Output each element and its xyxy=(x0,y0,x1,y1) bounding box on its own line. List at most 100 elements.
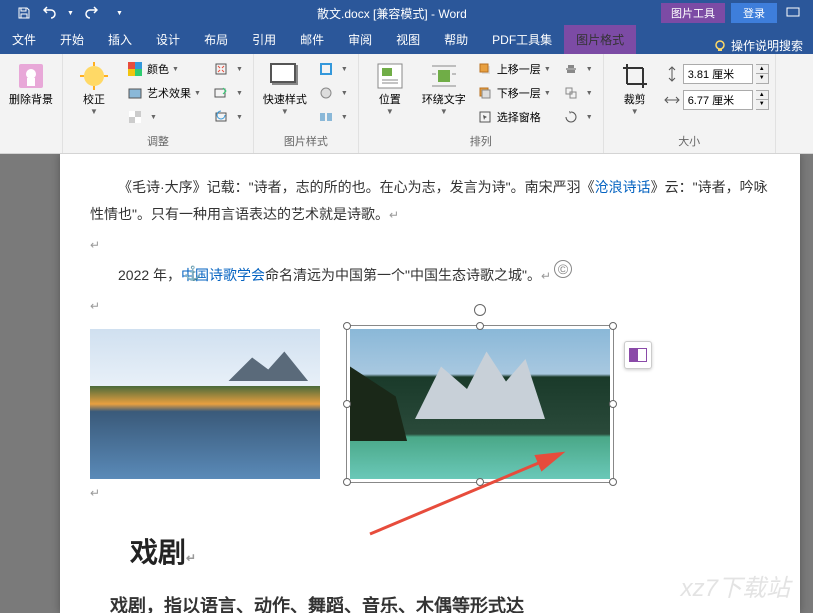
tab-picture-format[interactable]: 图片格式 xyxy=(564,25,636,54)
rotate-button[interactable]: ▼ xyxy=(559,106,597,128)
document-area[interactable]: 《毛诗·大序》记载："诗者，志的所的也。在心为志，发言为诗"。南宋严羽《沧浪诗话… xyxy=(0,154,813,613)
document-image-1[interactable] xyxy=(90,329,320,479)
ribbon-display-options[interactable] xyxy=(783,6,803,20)
remove-background-label: 删除背景 xyxy=(9,94,53,107)
picture-border-button[interactable]: ▼ xyxy=(314,58,352,80)
empty-paragraph[interactable]: ↵ xyxy=(90,292,770,319)
tab-layout[interactable]: 布局 xyxy=(192,25,240,54)
send-backward-icon xyxy=(477,85,493,101)
transparency-icon xyxy=(127,109,143,125)
undo-button[interactable] xyxy=(41,4,59,22)
empty-paragraph[interactable]: ↵ xyxy=(90,231,770,258)
paragraph[interactable]: 《毛诗·大序》记载："诗者，志的所的也。在心为志，发言为诗"。南宋严羽《沧浪诗话… xyxy=(90,174,770,227)
wrap-label: 环绕文字 xyxy=(422,94,466,107)
landscape-lake-image xyxy=(90,329,320,479)
height-icon xyxy=(664,66,680,82)
styles-group-label: 图片样式 xyxy=(260,131,352,149)
transparency-button[interactable]: ▼ xyxy=(123,106,205,128)
body-paragraph[interactable]: 戏剧，指以语言、动作、舞蹈、音乐、木偶等形式达 xyxy=(90,589,770,613)
undo-dropdown[interactable]: ▼ xyxy=(67,10,74,17)
send-backward-button[interactable]: 下移一层▼ xyxy=(473,82,555,104)
copyright-badge-icon: © xyxy=(554,260,572,278)
paragraph-mark: ↵ xyxy=(90,238,100,252)
tab-insert[interactable]: 插入 xyxy=(96,25,144,54)
width-input[interactable]: 6.77 厘米 xyxy=(683,90,753,110)
quick-access-toolbar: ▼ ▼ xyxy=(0,4,123,22)
selection-pane-label: 选择窗格 xyxy=(497,109,541,125)
document-image-2-selected[interactable] xyxy=(350,329,610,479)
artistic-effects-button[interactable]: 艺术效果▼ xyxy=(123,82,205,104)
compress-pictures-button[interactable]: ▼ xyxy=(209,58,247,80)
picture-layout-button[interactable]: ▼ xyxy=(314,106,352,128)
paragraph-mark: ↵ xyxy=(90,299,100,313)
color-button[interactable]: 颜色▼ xyxy=(123,58,205,80)
group-icon xyxy=(563,85,579,101)
text-run: 命名清远为中国第一个"中国生态诗歌之城"。 xyxy=(265,267,541,283)
tab-file[interactable]: 文件 xyxy=(0,25,48,54)
group-adjust: 校正 ▼ 颜色▼ 艺术效果▼ ▼ xyxy=(63,54,254,153)
picture-effects-button[interactable]: ▼ xyxy=(314,82,352,104)
tab-review[interactable]: 审阅 xyxy=(336,25,384,54)
resize-handle-tr[interactable] xyxy=(609,322,617,330)
group-button[interactable]: ▼ xyxy=(559,82,597,104)
height-spinner[interactable]: ▲▼ xyxy=(756,64,769,84)
reset-icon xyxy=(213,109,229,125)
tab-view[interactable]: 视图 xyxy=(384,25,432,54)
position-button[interactable]: 位置 ▼ xyxy=(365,58,415,118)
chevron-down-icon: ▼ xyxy=(631,107,639,116)
empty-paragraph[interactable]: ↵ xyxy=(90,479,770,506)
layout-options-button[interactable] xyxy=(624,341,652,369)
paragraph-mark: ↵ xyxy=(389,208,399,222)
tell-me-search[interactable]: 操作说明搜索 xyxy=(703,37,813,54)
quick-styles-label: 快速样式 xyxy=(263,94,307,107)
hyperlink-canglang[interactable]: 沧浪诗话 xyxy=(595,179,651,195)
lightbulb-icon xyxy=(713,39,727,53)
object-anchor-icon[interactable]: ⚓ xyxy=(184,260,201,287)
adjust-group-label: 调整 xyxy=(69,131,247,149)
group-arrange: 位置 ▼ 环绕文字 ▼ 上移一层▼ 下移一层▼ xyxy=(359,54,604,153)
paragraph-mark: ↵ xyxy=(186,551,196,565)
title-bar: ▼ ▼ 散文.docx [兼容模式] - Word 图片工具 登录 xyxy=(0,0,813,26)
save-button[interactable] xyxy=(15,4,33,22)
tab-mailings[interactable]: 邮件 xyxy=(288,25,336,54)
paragraph-mark: ↵ xyxy=(541,269,551,283)
change-picture-icon xyxy=(213,85,229,101)
align-button[interactable]: ▼ xyxy=(559,58,597,80)
tab-home[interactable]: 开始 xyxy=(48,25,96,54)
text-run: 2022 年， xyxy=(118,267,181,283)
heading-text: 戏剧 xyxy=(130,537,186,568)
redo-button[interactable] xyxy=(82,4,100,22)
color-label: 颜色 xyxy=(147,61,169,77)
resize-handle-mr[interactable] xyxy=(609,400,617,408)
color-icon xyxy=(127,61,143,77)
tab-references[interactable]: 引用 xyxy=(240,25,288,54)
tab-design[interactable]: 设计 xyxy=(144,25,192,54)
selection-pane-button[interactable]: 选择窗格 xyxy=(473,106,555,128)
height-input[interactable]: 3.81 厘米 xyxy=(683,64,753,84)
width-spinner[interactable]: ▲▼ xyxy=(756,90,769,110)
qat-customize[interactable]: ▼ xyxy=(116,10,123,17)
align-icon xyxy=(563,61,579,77)
artistic-label: 艺术效果 xyxy=(147,85,191,101)
bring-forward-label: 上移一层 xyxy=(497,61,541,77)
group-size: 裁剪 ▼ 3.81 厘米 ▲▼ 6.77 厘米 ▲▼ 大小 xyxy=(604,54,776,153)
change-picture-button[interactable]: ▼ xyxy=(209,82,247,104)
remove-background-button[interactable]: 删除背景 xyxy=(6,58,56,109)
tab-help[interactable]: 帮助 xyxy=(432,25,480,54)
reset-picture-button[interactable]: ▼ xyxy=(209,106,247,128)
heading-drama[interactable]: 戏剧↵ xyxy=(130,526,770,579)
arrange-group-label: 排列 xyxy=(365,131,597,149)
crop-button[interactable]: 裁剪 ▼ xyxy=(610,58,660,118)
quick-styles-button[interactable]: 快速样式 ▼ xyxy=(260,58,310,118)
chevron-down-icon: ▼ xyxy=(281,107,289,116)
wrap-text-button[interactable]: 环绕文字 ▼ xyxy=(419,58,469,118)
tab-pdftools[interactable]: PDF工具集 xyxy=(480,25,564,54)
bring-forward-button[interactable]: 上移一层▼ xyxy=(473,58,555,80)
corrections-icon xyxy=(78,60,110,92)
page: 《毛诗·大序》记载："诗者，志的所的也。在心为志，发言为诗"。南宋严羽《沧浪诗话… xyxy=(60,154,800,613)
compress-icon xyxy=(213,61,229,77)
border-icon xyxy=(318,61,334,77)
login-button[interactable]: 登录 xyxy=(731,3,777,23)
corrections-button[interactable]: 校正 ▼ xyxy=(69,58,119,118)
position-label: 位置 xyxy=(379,94,401,107)
